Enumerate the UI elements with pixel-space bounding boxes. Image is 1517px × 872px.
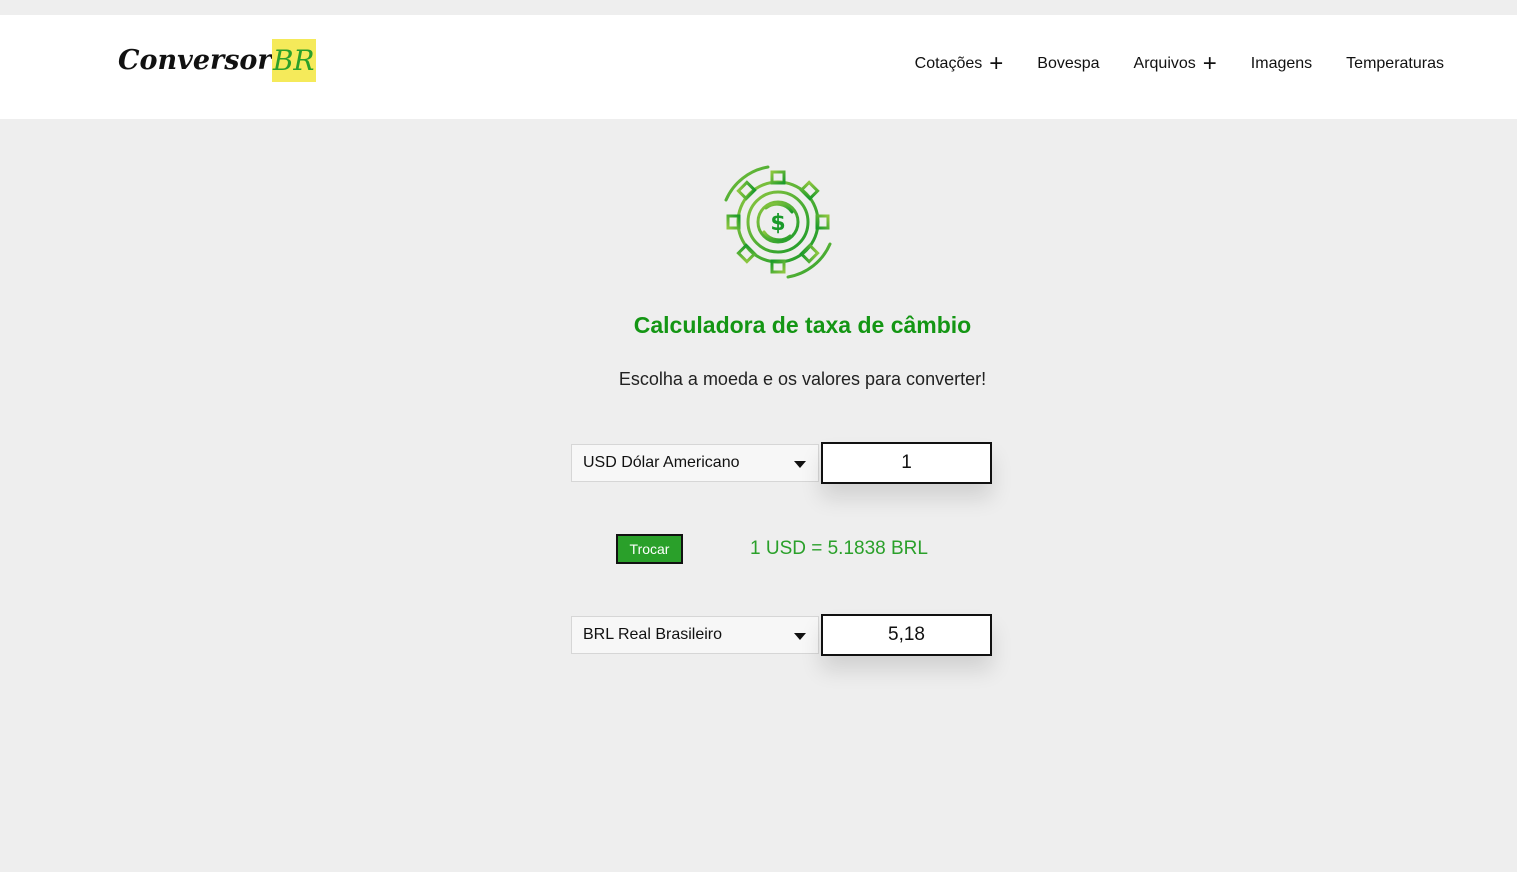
nav-label: Temperaturas — [1346, 55, 1444, 72]
top-strip — [0, 0, 1517, 15]
to-currency-value: BRL Real Brasileiro — [583, 626, 723, 643]
logo-text: Conversor — [118, 44, 272, 76]
nav-item-bovespa[interactable]: Bovespa — [1037, 55, 1099, 73]
nav-label: Bovespa — [1037, 55, 1100, 72]
site-header: Conversor BR Cotações + Bovespa Arquivos… — [0, 15, 1517, 119]
currency-exchange-gear-icon: $ — [716, 162, 840, 282]
nav-item-arquivos[interactable]: Arquivos + — [1133, 52, 1217, 76]
from-currency-value: USD Dólar Americano — [583, 454, 740, 471]
nav-label: Arquivos — [1133, 55, 1196, 72]
main-nav: Cotações + Bovespa Arquivos + Imagens Te… — [914, 52, 1444, 76]
svg-text:$: $ — [770, 211, 785, 236]
nav-label: Imagens — [1250, 55, 1313, 72]
logo-badge: BR — [271, 38, 316, 82]
swap-button[interactable]: Trocar — [616, 534, 683, 564]
to-currency-select[interactable]: BRL Real Brasileiro — [571, 616, 819, 654]
nav-item-cotacoes[interactable]: Cotações + — [914, 52, 1004, 76]
site-logo[interactable]: Conversor BR — [118, 38, 316, 82]
from-currency-select[interactable]: USD Dólar Americano — [571, 444, 819, 482]
nav-item-temperaturas[interactable]: Temperaturas — [1346, 55, 1444, 73]
page-title: Calculadora de taxa de câmbio — [633, 312, 972, 338]
page-subtitle: Escolha a moeda e os valores para conver… — [618, 369, 987, 389]
nav-label: Cotações — [914, 55, 983, 72]
chevron-down-icon — [794, 461, 806, 468]
plus-icon[interactable]: + — [1203, 52, 1217, 76]
chevron-down-icon — [794, 633, 806, 640]
plus-icon[interactable]: + — [989, 52, 1003, 76]
exchange-rate-text: 1 USD = 5.1838 BRL — [750, 538, 928, 559]
from-amount-input[interactable]: 1 — [821, 442, 992, 484]
to-amount-input[interactable]: 5,18 — [821, 614, 992, 656]
nav-item-imagens[interactable]: Imagens — [1251, 55, 1312, 73]
